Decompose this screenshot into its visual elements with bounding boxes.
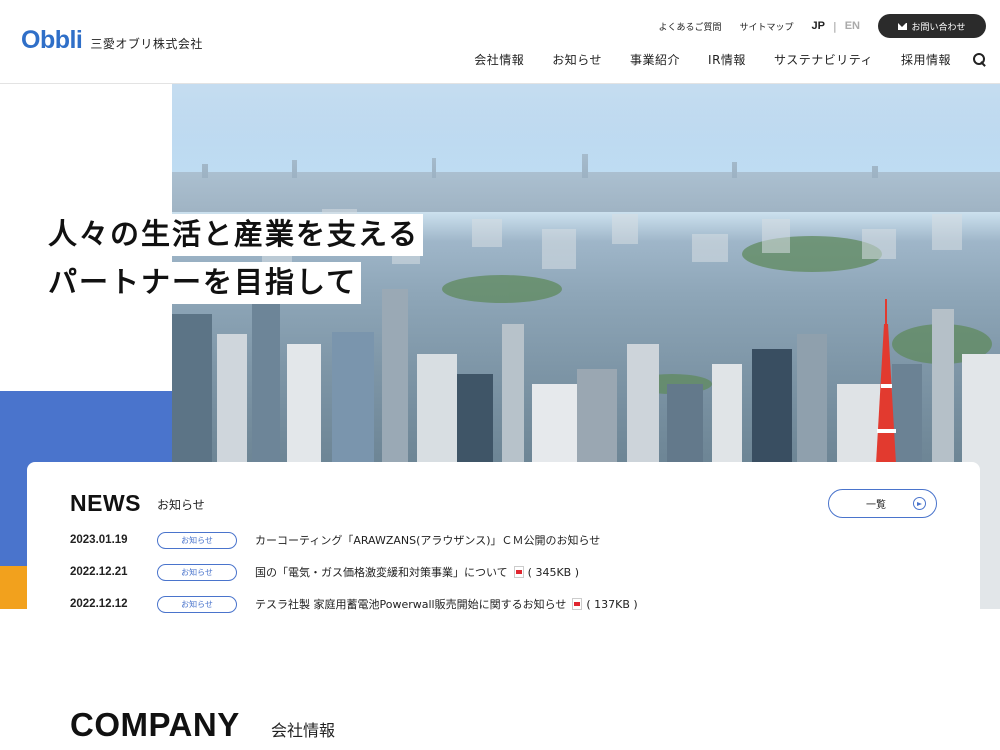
news-date: 2022.12.21 [70,566,128,578]
nav-item-news[interactable]: お知らせ [552,51,602,68]
hero-catchcopy: 人々の生活と産業を支える パートナーを目指して [46,214,424,304]
logo[interactable]: Obbli 三愛オブリ株式会社 [21,26,203,55]
news-section: NEWS お知らせ 一覧 2023.01.19 お知らせ カーコーティング「AR… [27,462,980,613]
news-category-badge: お知らせ [157,595,237,613]
news-title-link[interactable]: テスラ社製 家庭用蓄電池Powerwall販売開始に関するお知らせ ( 137K… [255,596,638,612]
pdf-icon [572,598,583,610]
site-header: Obbli 三愛オブリ株式会社 よくあるご質問 サイトマップ JP | EN お… [0,0,1000,84]
contact-label: お問い合わせ [911,22,966,33]
search-icon[interactable] [973,53,986,66]
utility-nav: よくあるご質問 サイトマップ JP | EN お問い合わせ [659,14,986,38]
nav-item-recruit[interactable]: 採用情報 [901,51,951,68]
file-size: ( 345KB ) [527,565,580,579]
logo-mark: Obbli [21,26,83,54]
news-date: 2023.01.19 [70,534,128,546]
news-title-link[interactable]: カーコーティング「ARAWZANS(アラウザンス)」ＣＭ公開のお知らせ [255,532,600,548]
company-heading: COMPANY [70,706,240,743]
accent-orange-block [0,566,27,609]
news-title-text: 国の「電気・ガス価格激変緩和対策事業」について [255,566,508,579]
nav-item-ir[interactable]: IR情報 [708,51,746,68]
global-nav: 会社情報 お知らせ 事業紹介 IR情報 サステナビリティ 採用情報 [474,51,986,68]
nav-item-business[interactable]: 事業紹介 [630,51,680,68]
nav-item-sustainability[interactable]: サステナビリティ [774,51,873,68]
news-item[interactable]: 2023.01.19 お知らせ カーコーティング「ARAWZANS(アラウザンス… [70,531,600,549]
file-size: ( 137KB ) [586,597,638,611]
contact-button[interactable]: お問い合わせ [878,14,986,38]
news-title-text: カーコーティング「ARAWZANS(アラウザンス)」ＣＭ公開のお知らせ [255,534,601,547]
news-subheading: お知らせ [157,498,205,512]
news-title-link[interactable]: 国の「電気・ガス価格激変緩和対策事業」について ( 345KB ) [255,564,579,580]
news-list-label: 一覧 [866,500,886,511]
news-category-badge: お知らせ [157,563,237,581]
catchcopy-line-2: パートナーを目指して [46,262,362,304]
pdf-icon [513,566,524,578]
mail-icon [898,22,908,30]
news-heading: NEWS [70,490,141,516]
lang-jp-link[interactable]: JP [812,20,825,32]
logo-company-name: 三愛オブリ株式会社 [90,37,203,51]
news-title-text: テスラ社製 家庭用蓄電池Powerwall販売開始に関するお知らせ [255,598,567,611]
faq-link[interactable]: よくあるご質問 [659,20,722,33]
news-item[interactable]: 2022.12.21 お知らせ 国の「電気・ガス価格激変緩和対策事業」について … [70,563,579,581]
lang-en-link[interactable]: EN [845,20,860,32]
arrow-right-circle-icon [913,497,926,510]
news-list-button[interactable]: 一覧 [828,489,937,518]
nav-item-company[interactable]: 会社情報 [474,51,524,68]
company-subheading: 会社情報 [271,721,336,740]
lang-separator: | [833,19,837,33]
news-date: 2022.12.12 [70,598,128,610]
news-item[interactable]: 2022.12.12 お知らせ テスラ社製 家庭用蓄電池Powerwall販売開… [70,595,638,613]
sitemap-link[interactable]: サイトマップ [740,20,794,33]
catchcopy-line-1: 人々の生活と産業を支える [46,214,424,256]
news-category-badge: お知らせ [157,531,237,549]
